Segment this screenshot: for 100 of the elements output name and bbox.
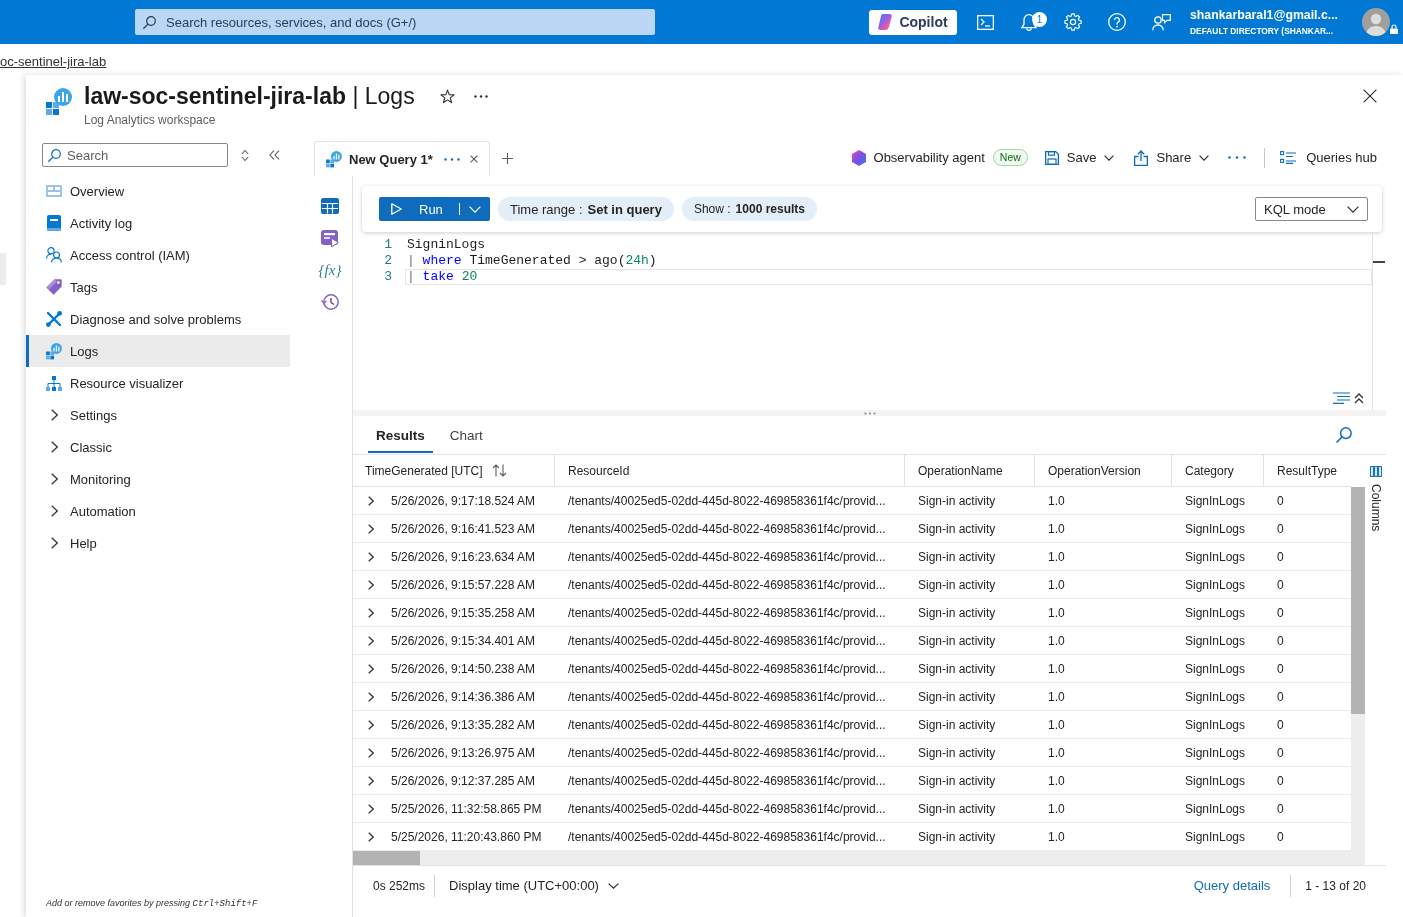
format-lines-icon[interactable]: [1333, 392, 1350, 404]
scrollbar-thumb[interactable]: [1351, 487, 1365, 714]
blade-title: law-soc-sentinel-jira-lab | Logs: [84, 82, 415, 111]
display-time-dropdown[interactable]: Display time (UTC+00:00): [449, 878, 619, 893]
table-cell: SignInLogs: [1185, 493, 1246, 508]
expand-chevron-icon[interactable]: [368, 691, 374, 702]
results-tab[interactable]: Chart: [441, 416, 491, 453]
expand-chevron-icon[interactable]: [368, 635, 374, 646]
column-header[interactable]: OperationName: [905, 455, 1035, 486]
more-icon[interactable]: [473, 94, 488, 98]
expand-chevron-icon[interactable]: [368, 607, 374, 618]
nav-item[interactable]: Activity log: [26, 207, 290, 239]
expand-chevron-icon[interactable]: [368, 803, 374, 814]
grip-icon[interactable]: [863, 411, 876, 415]
notifications-button[interactable]: 1: [1007, 0, 1051, 44]
expand-chevron-icon[interactable]: [368, 775, 374, 786]
table-cell: /tenants/40025ed5-02dd-445d-8022-469858361f4c/provid...: [568, 521, 886, 536]
column-header[interactable]: Category: [1172, 455, 1264, 486]
table-cell: Sign-in activity: [918, 577, 996, 592]
scrollbar-thumb[interactable]: [353, 851, 420, 865]
chevron-right-icon[interactable]: [50, 441, 58, 453]
nav-group[interactable]: Classic: [26, 431, 290, 463]
search-field[interactable]: Search: [42, 143, 228, 167]
agent-button[interactable]: Observability agent New: [851, 149, 1028, 166]
analytics-icon: [46, 342, 62, 360]
up-down-chevron-icon[interactable]: [241, 148, 249, 162]
nav-group[interactable]: Settings: [26, 399, 290, 431]
functions-button[interactable]: {fx}: [318, 261, 342, 279]
run-dropdown-button[interactable]: [458, 197, 490, 221]
nav-group[interactable]: Automation: [26, 495, 290, 527]
horizontal-scrollbar[interactable]: [353, 851, 1351, 865]
double-chevron-up-icon[interactable]: [1354, 392, 1364, 404]
account-email[interactable]: shankarbaral1@gmail.c...: [1190, 7, 1338, 23]
query-duration: 0s 252ms: [373, 878, 426, 893]
line-number: 2: [383, 253, 392, 269]
chevron-right-icon[interactable]: [50, 537, 58, 549]
result-limit-button[interactable]: Show : 1000 results: [681, 197, 817, 221]
chevron-right-icon[interactable]: [50, 409, 58, 421]
close-icon[interactable]: [1363, 89, 1377, 103]
table-cell: Sign-in activity: [918, 801, 996, 816]
plus-icon[interactable]: [501, 153, 513, 164]
expand-chevron-icon[interactable]: [368, 579, 374, 590]
column-header[interactable]: ResourceId: [555, 455, 905, 486]
nav-group[interactable]: Monitoring: [26, 463, 290, 495]
breadcrumb-link[interactable]: oc-sentinel-jira-lab: [0, 54, 107, 70]
save-button[interactable]: Save: [1044, 150, 1115, 165]
table-cell: 5/26/2026, 9:17:18.524 AM: [391, 493, 536, 508]
table-cell: 0: [1277, 521, 1284, 536]
history-icon[interactable]: [321, 293, 339, 311]
favorites-hint: Add or remove favorites by pressing Ctrl+Shift+F: [45, 898, 258, 911]
account-directory[interactable]: DEFAULT DIRECTORY (SHANKAR...: [1190, 25, 1333, 37]
share-button[interactable]: Share: [1134, 149, 1210, 166]
search-icon[interactable]: [1336, 427, 1352, 443]
table-cell: 5/26/2026, 9:13:26.975 AM: [391, 745, 536, 760]
chevron-down-icon[interactable]: [1199, 154, 1210, 161]
nav-item[interactable]: Logs: [26, 335, 290, 367]
star-icon[interactable]: [439, 88, 455, 104]
time-range-button[interactable]: Time range : Set in query: [498, 197, 674, 221]
close-icon[interactable]: [469, 155, 478, 163]
run-button[interactable]: Run: [379, 197, 458, 221]
table-cell: SignInLogs: [1185, 689, 1246, 704]
search-field[interactable]: Search resources, services, and docs (G+/): [135, 9, 655, 35]
results-tab[interactable]: Results: [368, 416, 433, 453]
nav-group[interactable]: Help: [26, 527, 290, 559]
nav-item[interactable]: Access control (IAM): [26, 239, 290, 271]
sort-arrows-icon[interactable]: [491, 464, 507, 477]
nav-item[interactable]: Diagnose and solve problems: [26, 303, 290, 335]
expand-chevron-icon[interactable]: [368, 523, 374, 534]
chevron-right-icon[interactable]: [50, 505, 58, 517]
columns-button[interactable]: Columns: [1365, 455, 1386, 865]
chevron-down-icon[interactable]: [1347, 205, 1359, 213]
expand-chevron-icon[interactable]: [368, 551, 374, 562]
column-header[interactable]: ResultType: [1264, 455, 1351, 486]
chevron-right-icon[interactable]: [50, 473, 58, 485]
query-details-link[interactable]: Query details: [1193, 878, 1271, 893]
expand-chevron-icon[interactable]: [368, 747, 374, 758]
nav-item[interactable]: Tags: [26, 271, 290, 303]
avatar-icon[interactable]: [1362, 8, 1390, 36]
column-header[interactable]: TimeGenerated [UTC]: [353, 455, 555, 486]
mode-dropdown[interactable]: KQL mode: [1255, 197, 1368, 221]
copilot-button[interactable]: Copilot: [869, 9, 957, 35]
query-tab[interactable]: New Query 1*: [314, 141, 490, 176]
play-card-icon[interactable]: [321, 229, 339, 247]
expand-chevron-icon[interactable]: [368, 663, 374, 674]
expand-chevron-icon[interactable]: [368, 719, 374, 730]
blade-subtitle: Log Analytics workspace: [84, 112, 216, 128]
double-chevron-left-icon[interactable]: [269, 150, 280, 160]
queries-hub-button[interactable]: Queries hub: [1280, 150, 1377, 165]
table-cell: 1.0: [1048, 493, 1065, 508]
table-icon[interactable]: [321, 198, 339, 214]
vertical-scrollbar[interactable]: [1351, 487, 1365, 865]
chevron-down-icon[interactable]: [1104, 154, 1115, 161]
table-cell: SignInLogs: [1185, 801, 1246, 816]
column-header[interactable]: OperationVersion: [1035, 455, 1172, 486]
table-cell: 1.0: [1048, 829, 1065, 844]
nav-item[interactable]: Resource visualizer: [26, 367, 290, 399]
nav-item[interactable]: Overview: [26, 175, 290, 207]
chevron-down-icon[interactable]: [607, 882, 619, 889]
expand-chevron-icon[interactable]: [368, 495, 374, 506]
expand-chevron-icon[interactable]: [368, 831, 374, 842]
